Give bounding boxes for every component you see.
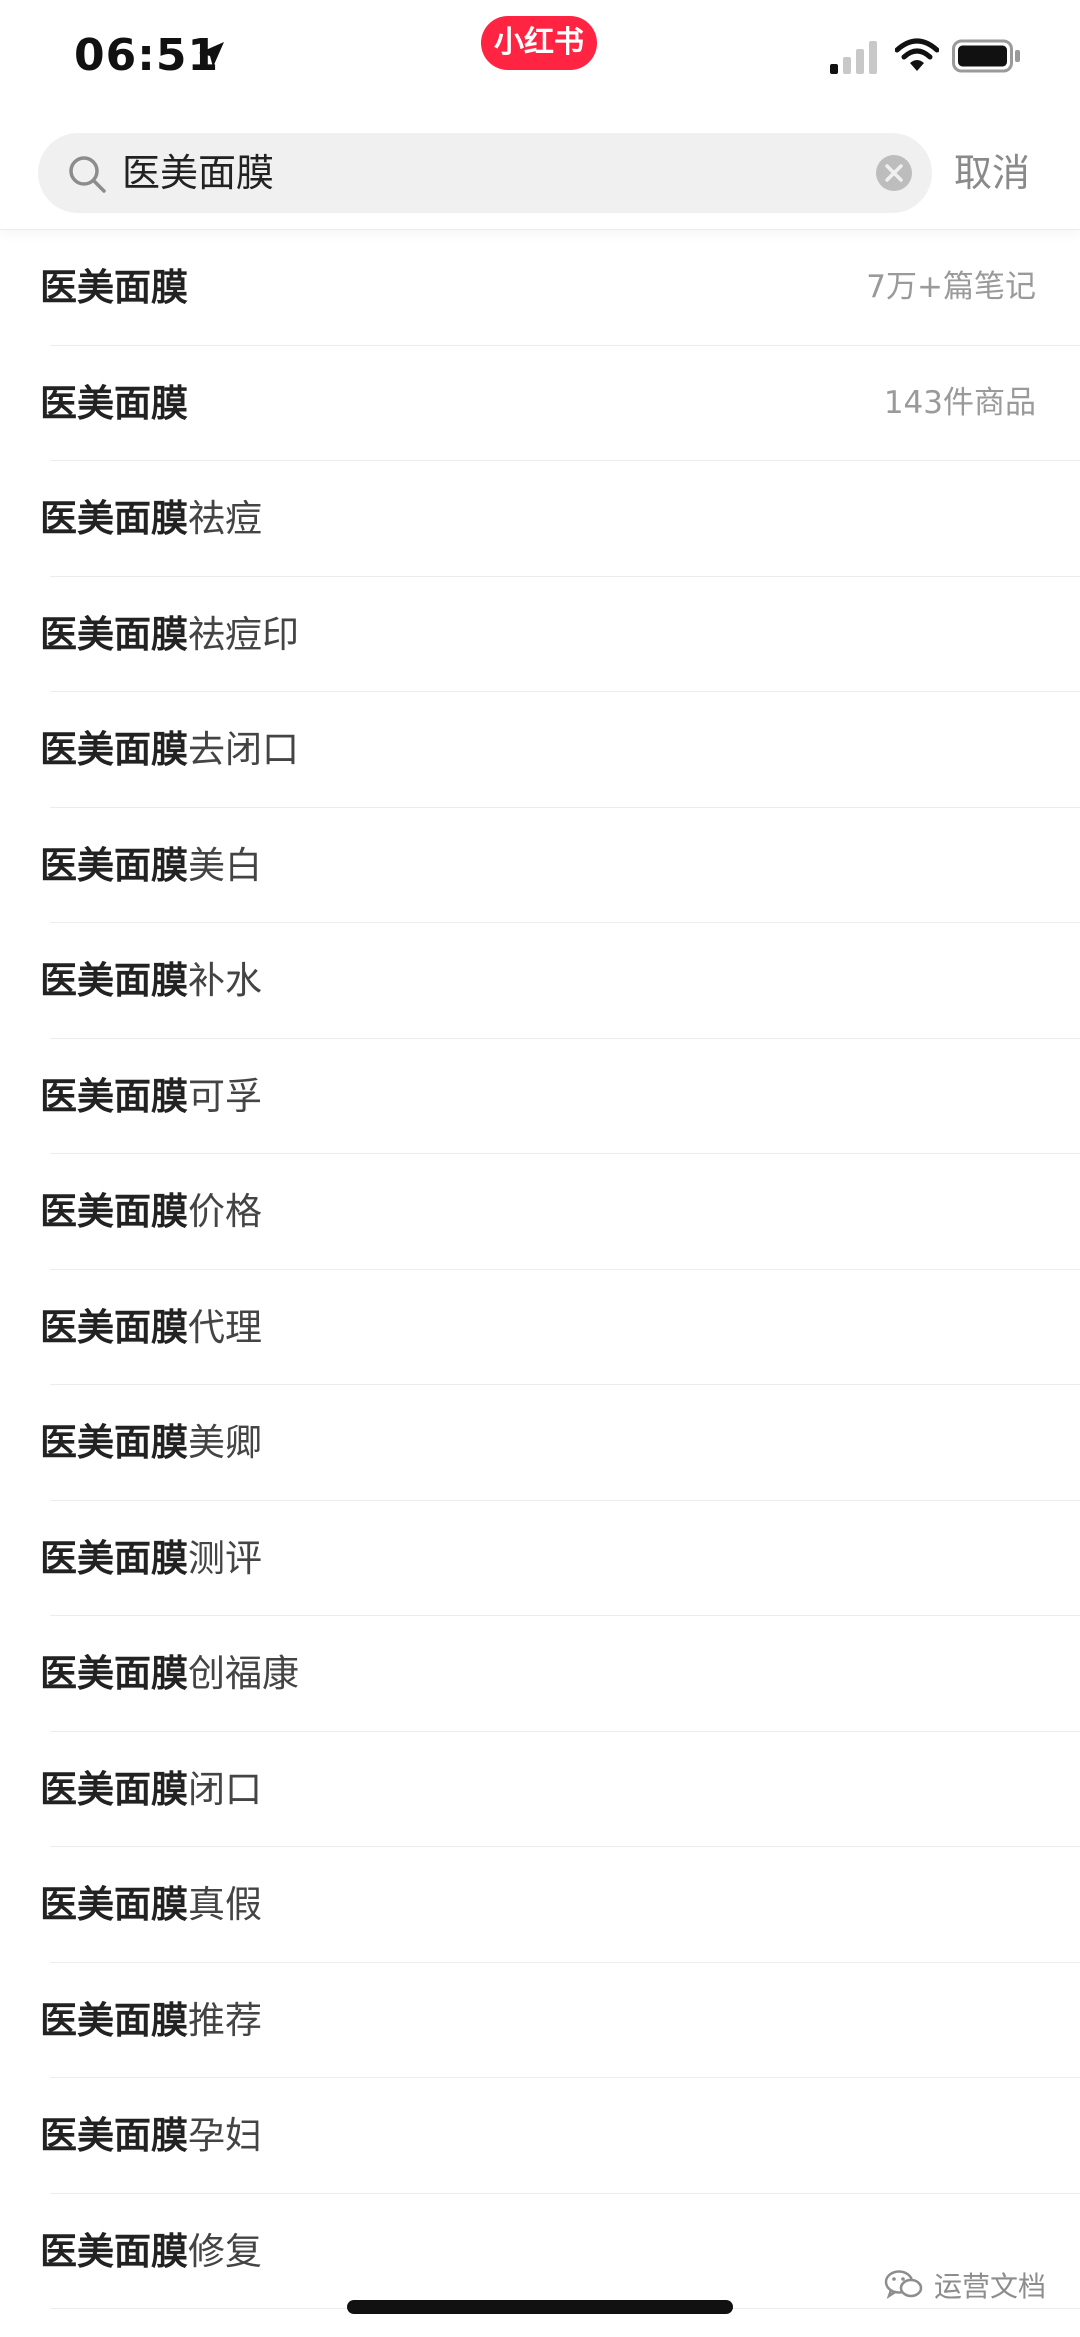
suggestion-text: 医美面膜价格 [40, 1154, 262, 1269]
search-box[interactable] [38, 133, 932, 213]
suggestion-keyword: 医美面膜 [40, 843, 188, 887]
suggestion-keyword: 医美面膜 [40, 1305, 188, 1349]
suggestion-keyword: 医美面膜 [40, 1074, 188, 1118]
suggestion-text: 医美面膜补水 [40, 923, 262, 1038]
suggestion-text: 医美面膜创福康 [40, 1616, 299, 1731]
suggestion-keyword: 医美面膜 [40, 1767, 188, 1811]
suggestion-keyword: 医美面膜 [40, 2229, 188, 2273]
suggestion-suffix: 真假 [188, 1883, 262, 1926]
suggestion-item[interactable]: 医美面膜真假 [0, 1847, 1080, 1963]
suggestion-text: 医美面膜祛痘印 [40, 577, 299, 692]
suggestion-item[interactable]: 医美面膜补水 [0, 923, 1080, 1039]
watermark-text: 运营文档 [934, 2270, 1047, 2303]
suggestion-suffix: 美白 [188, 843, 262, 887]
suggestion-text: 医美面膜测评 [40, 1501, 262, 1616]
suggestion-item[interactable]: 医美面膜美卿 [0, 1385, 1080, 1501]
suggestion-suffix: 可孚 [188, 1074, 262, 1118]
location-icon [199, 42, 224, 67]
clear-icon[interactable] [874, 153, 914, 193]
suggestion-item[interactable]: 医美面膜价格 [0, 1154, 1080, 1270]
wechat-icon [884, 2270, 923, 2299]
suggestion-suffix: 闭口 [188, 1767, 262, 1811]
suggestion-list: 医美面膜 7万+篇笔记 医美面膜 143件商品 医美面膜祛痘 医美面膜祛痘印 医美面… [0, 230, 1080, 2309]
suggestion-keyword: 医美面膜 [40, 959, 188, 1002]
status-bar: 06:51 小红书 [0, 0, 1080, 120]
suggestion-keyword: 医美面膜 [40, 381, 188, 425]
suggestion-suffix: 补水 [188, 959, 262, 1002]
suggestion-text: 医美面膜真假 [40, 1847, 262, 1962]
suggestion-meta: 143件商品 [883, 384, 1036, 421]
suggestion-item[interactable]: 医美面膜孕妇 [0, 2078, 1080, 2194]
suggestion-text: 医美面膜推荐 [40, 1963, 262, 2078]
suggestion-text: 医美面膜孕妇 [40, 2078, 262, 2193]
suggestion-text: 医美面膜可孚 [40, 1039, 262, 1154]
suggestion-meta: 7万+篇笔记 [866, 269, 1036, 305]
suggestion-text: 医美面膜 [40, 230, 188, 345]
suggestion-item[interactable]: 医美面膜可孚 [0, 1039, 1080, 1155]
suggestion-suffix: 美卿 [188, 1421, 262, 1464]
watermark: 运营文档 [884, 2265, 1046, 2305]
suggestion-item[interactable]: 医美面膜推荐 [0, 1963, 1080, 2079]
suggestion-keyword: 医美面膜 [40, 1421, 188, 1464]
suggestion-item[interactable]: 医美面膜代理 [0, 1270, 1080, 1386]
app-badge: 小红书 [481, 16, 597, 70]
suggestion-keyword: 医美面膜 [40, 728, 188, 771]
suggestion-keyword: 医美面膜 [40, 1883, 188, 1926]
suggestion-suffix: 创福康 [188, 1652, 299, 1695]
suggestion-keyword: 医美面膜 [40, 266, 188, 309]
battery-icon [952, 39, 1020, 73]
suggestion-keyword: 医美面膜 [40, 497, 188, 540]
suggestion-item[interactable]: 医美面膜创福康 [0, 1616, 1080, 1732]
suggestion-text: 医美面膜祛痘 [40, 461, 262, 576]
suggestion-item[interactable]: 医美面膜祛痘印 [0, 577, 1080, 693]
suggestion-keyword: 医美面膜 [40, 1998, 188, 2042]
suggestion-item[interactable]: 医美面膜闭口 [0, 1732, 1080, 1848]
suggestion-keyword: 医美面膜 [40, 2114, 188, 2157]
suggestion-keyword: 医美面膜 [40, 1536, 188, 1580]
suggestion-suffix: 祛痘印 [188, 612, 299, 656]
suggestion-item[interactable]: 医美面膜测评 [0, 1501, 1080, 1617]
cancel-button[interactable]: 取消 [954, 143, 1030, 203]
suggestion-suffix: 修复 [188, 2229, 262, 2273]
wifi-icon [895, 38, 939, 71]
search-icon [69, 156, 106, 193]
suggestion-item[interactable]: 医美面膜祛痘 [0, 461, 1080, 577]
suggestion-text: 医美面膜代理 [40, 1270, 262, 1385]
suggestion-suffix: 祛痘 [188, 497, 262, 540]
home-indicator[interactable] [347, 2300, 733, 2314]
suggestion-suffix: 孕妇 [188, 2114, 262, 2157]
suggestion-suffix: 去闭口 [188, 728, 299, 771]
suggestion-keyword: 医美面膜 [40, 612, 188, 656]
suggestion-text: 医美面膜去闭口 [40, 692, 299, 807]
suggestion-suffix: 测评 [188, 1536, 262, 1580]
suggestion-suffix: 代理 [188, 1305, 262, 1349]
suggestion-keyword: 医美面膜 [40, 1190, 188, 1233]
suggestion-text: 医美面膜 [40, 346, 188, 461]
suggestion-text: 医美面膜美卿 [40, 1385, 262, 1500]
search-input[interactable] [122, 133, 882, 213]
suggestion-suffix: 价格 [188, 1190, 262, 1233]
suggestion-text: 医美面膜修复 [40, 2194, 262, 2309]
suggestion-item[interactable]: 医美面膜去闭口 [0, 692, 1080, 808]
suggestion-suffix: 推荐 [188, 1998, 262, 2042]
suggestion-text: 医美面膜闭口 [40, 1732, 262, 1847]
suggestion-item[interactable]: 医美面膜 7万+篇笔记 [0, 230, 1080, 346]
signal-icon [830, 41, 877, 74]
suggestion-item[interactable]: 医美面膜 143件商品 [0, 346, 1080, 462]
suggestion-item[interactable]: 医美面膜美白 [0, 808, 1080, 924]
suggestion-text: 医美面膜美白 [40, 808, 262, 923]
search-header: 取消 [0, 130, 1080, 230]
suggestion-keyword: 医美面膜 [40, 1652, 188, 1695]
